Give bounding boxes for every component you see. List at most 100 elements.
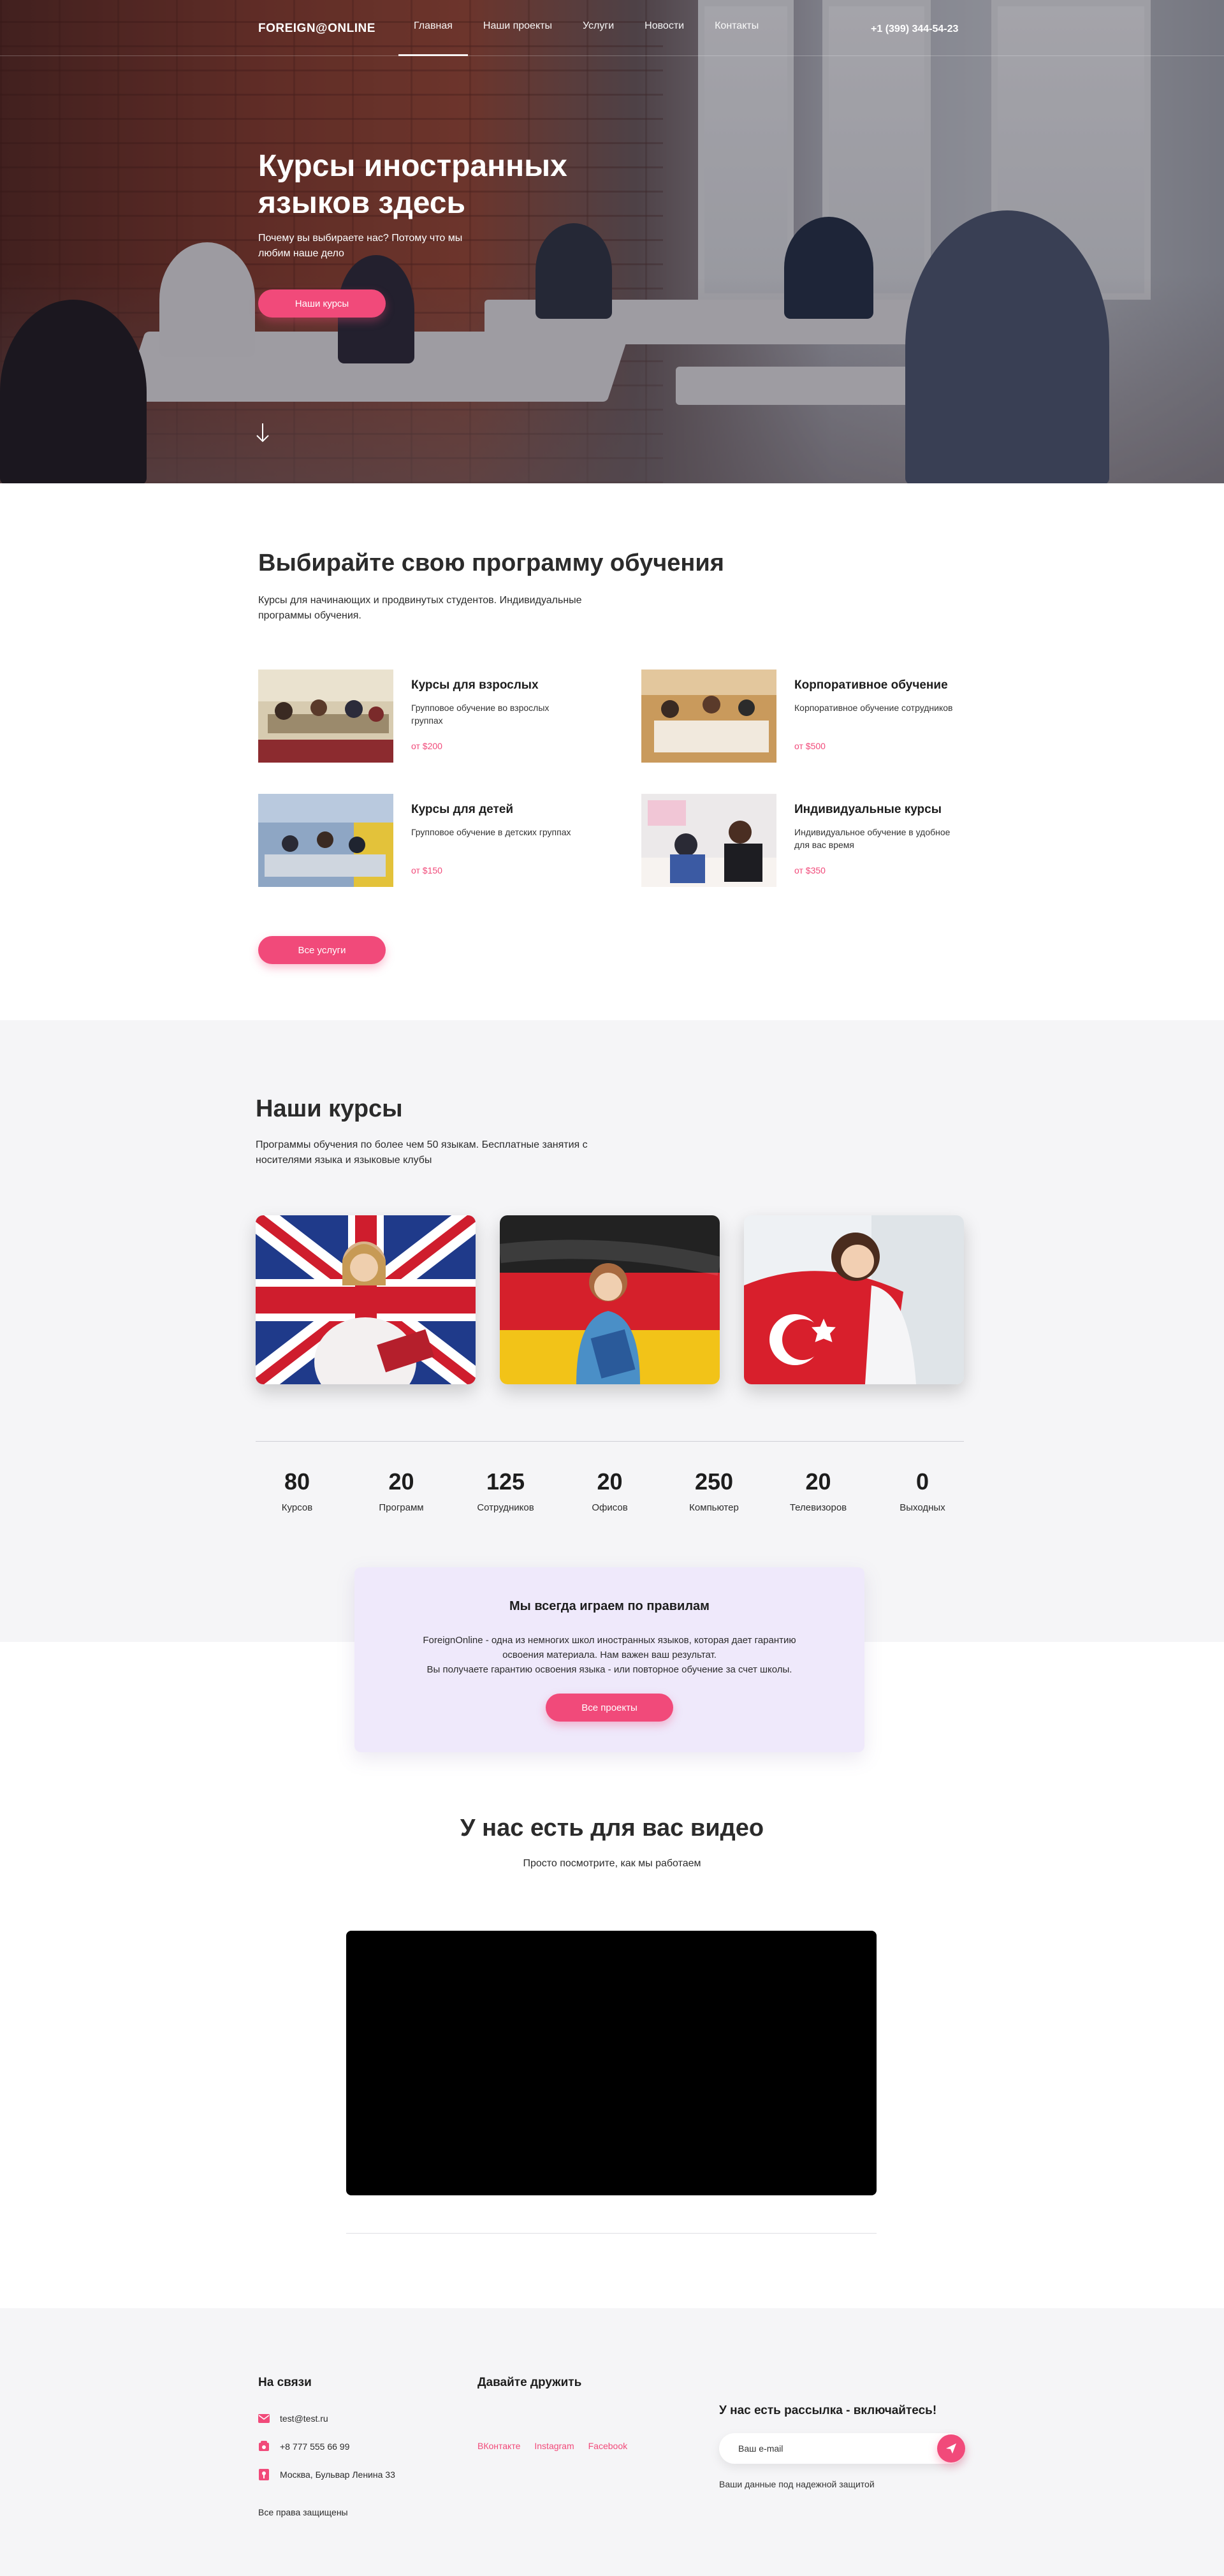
rules-text-line-2: Вы получаете гарантию освоения языка - и… <box>426 1664 792 1675</box>
rules-card: Мы всегда играем по правилам ForeignOnli… <box>354 1567 864 1752</box>
nav-item-services[interactable]: Услуги <box>567 0 629 56</box>
our-courses-button[interactable]: Наши курсы <box>258 289 386 318</box>
all-services-button[interactable]: Все услуги <box>258 936 386 964</box>
video-player[interactable] <box>346 1931 877 2195</box>
top-navbar: FOREIGN@ONLINE Главная Наши проекты Услу… <box>0 0 1224 56</box>
programs-title: Выбирайте свою программу обучения <box>258 550 724 576</box>
video-subtitle: Просто посмотрите, как мы работаем <box>523 1858 701 1869</box>
program-price: от $150 <box>411 865 442 875</box>
hero-section: FOREIGN@ONLINE Главная Наши проекты Услу… <box>0 0 1224 483</box>
stat-label: Офисов <box>592 1502 628 1513</box>
stat-value: 0 <box>915 1468 929 1495</box>
hero-title: Курсы иностранных языков здесь <box>258 149 567 220</box>
social-link-instagram[interactable]: Instagram <box>534 2441 574 2451</box>
stat-value: 20 <box>805 1468 831 1495</box>
video-title: У нас есть для вас видео <box>460 1815 764 1841</box>
program-price: от $500 <box>794 741 826 751</box>
program-price: от $350 <box>794 865 826 875</box>
stat-value: 80 <box>284 1468 310 1495</box>
courses-subtitle: Программы обучения по более чем 50 языка… <box>256 1139 588 1166</box>
hero-overlay <box>0 0 1224 483</box>
program-title: Корпоративное обучение <box>794 678 948 692</box>
courses-title: Наши курсы <box>256 1095 403 1122</box>
footer-email[interactable]: test@test.ru <box>280 2413 328 2424</box>
program-image <box>258 794 393 887</box>
footer-friends-title: Давайте дружить <box>477 2376 582 2389</box>
program-description: Групповое обучение в детских группах <box>411 827 571 837</box>
stat-label: Программ <box>379 1502 424 1513</box>
stat-value: 20 <box>388 1468 414 1495</box>
footer-phone[interactable]: +8 777 555 66 99 <box>280 2441 349 2452</box>
turkey-flag-image <box>744 1215 964 1384</box>
newsletter-email-input[interactable] <box>738 2433 923 2464</box>
course-card-english[interactable] <box>256 1215 476 1384</box>
program-title: Курсы для детей <box>411 803 514 816</box>
program-description: Корпоративное обучение сотрудников <box>794 703 953 713</box>
social-link-vk[interactable]: ВКонтакте <box>477 2441 520 2451</box>
stat-label: Сотрудников <box>477 1502 534 1513</box>
program-card[interactable]: Корпоративное обучение Корпоративное обу… <box>641 670 973 765</box>
stat-item: 80 Курсов <box>256 1467 339 1513</box>
social-links: ВКонтакте Instagram Facebook <box>477 2441 627 2451</box>
rules-title: Мы всегда играем по правилам <box>509 1599 710 1613</box>
footer-address-row: Москва, Бульвар Ленина 33 <box>258 2469 395 2480</box>
main-nav: Главная Наши проекты Услуги Новости Конт… <box>398 0 774 56</box>
program-image <box>258 670 393 763</box>
stat-label: Выходных <box>900 1502 945 1513</box>
program-image <box>641 670 776 763</box>
nav-item-home[interactable]: Главная <box>398 0 468 56</box>
uk-flag-image <box>256 1215 476 1384</box>
newsletter-form <box>719 2433 965 2464</box>
stats-divider <box>256 1441 964 1442</box>
hero-subtitle: Почему вы выбираете нас? Потому что мы л… <box>258 233 463 259</box>
program-card[interactable]: Курсы для взрослых Групповое обучение во… <box>258 670 590 765</box>
rules-text-line-1: ForeignOnline - одна из немногих школ ин… <box>423 1635 796 1660</box>
all-projects-button[interactable]: Все проекты <box>546 1694 673 1722</box>
stat-label: Курсов <box>281 1502 313 1513</box>
footer-rights: Все права защищены <box>258 2507 348 2517</box>
stat-item: 20 Офисов <box>569 1467 652 1513</box>
paper-plane-icon <box>946 2443 956 2454</box>
course-card-german[interactable] <box>500 1215 720 1384</box>
course-card-turkish[interactable] <box>744 1215 964 1384</box>
newsletter-secure-note: Ваши данные под надежной защитой <box>719 2479 875 2489</box>
programs-subtitle: Курсы для начинающих и продвинутых студе… <box>258 595 582 621</box>
stat-item: 125 Сотрудников <box>464 1467 547 1513</box>
stat-value: 125 <box>486 1468 525 1495</box>
program-title: Индивидуальные курсы <box>794 803 942 816</box>
send-button[interactable] <box>937 2434 965 2463</box>
nav-item-contacts[interactable]: Контакты <box>699 0 774 56</box>
footer: На связи test@test.ru +8 777 555 66 99 М… <box>0 2308 1224 2576</box>
footer-phone-row[interactable]: +8 777 555 66 99 <box>258 2441 349 2452</box>
arrow-down-icon[interactable] <box>255 422 270 444</box>
program-card[interactable]: Курсы для детей Групповое обучение в дет… <box>258 794 590 889</box>
stat-item: 20 Телевизоров <box>777 1467 860 1513</box>
program-image <box>641 794 776 887</box>
header-phone[interactable]: +1 (399) 344-54-23 <box>871 24 958 35</box>
social-link-facebook[interactable]: Facebook <box>588 2441 627 2451</box>
video-divider <box>346 2233 877 2234</box>
rules-text: ForeignOnline - одна из немногих школ ин… <box>412 1633 807 1677</box>
footer-email-row[interactable]: test@test.ru <box>258 2413 328 2424</box>
stat-value: 20 <box>597 1468 623 1495</box>
program-title: Курсы для взрослых <box>411 678 539 692</box>
stat-item: 250 Компьютер <box>673 1467 755 1513</box>
mail-icon <box>258 2413 270 2424</box>
newsletter-title: У нас есть рассылка - включайтесь! <box>719 2404 937 2417</box>
nav-item-news[interactable]: Новости <box>629 0 699 56</box>
germany-flag-image <box>500 1215 720 1384</box>
footer-contact-title: На связи <box>258 2376 312 2389</box>
stat-label: Телевизоров <box>789 1502 847 1513</box>
stats-row: 80 Курсов 20 Программ 125 Сотрудников 20 Офи… <box>256 1467 964 1513</box>
site-logo[interactable]: FOREIGN@ONLINE <box>258 22 375 36</box>
program-card[interactable]: Индивидуальные курсы Индивидуальное обуч… <box>641 794 973 889</box>
location-icon <box>258 2469 270 2480</box>
program-price: от $200 <box>411 741 442 751</box>
phone-icon <box>258 2441 270 2452</box>
footer-address: Москва, Бульвар Ленина 33 <box>280 2470 395 2480</box>
stat-label: Компьютер <box>689 1502 739 1513</box>
stat-value: 250 <box>694 1468 734 1495</box>
program-description: Индивидуальное обучение в удобное для ва… <box>794 827 951 850</box>
nav-item-projects[interactable]: Наши проекты <box>468 0 567 56</box>
program-description: Групповое обучение во взрослых группах <box>411 703 550 726</box>
